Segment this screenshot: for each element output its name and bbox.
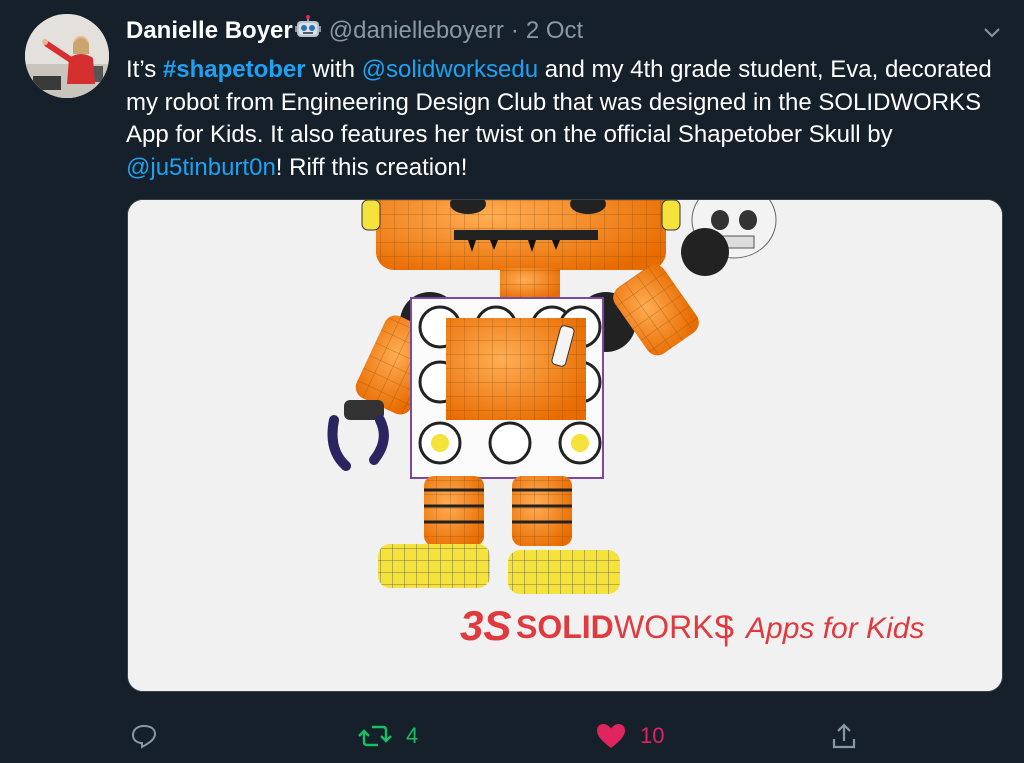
svg-text:WORKS: WORKS: [614, 609, 735, 645]
tweet-actions: 4 10: [0, 716, 1024, 756]
retweet-count: 4: [406, 723, 419, 748]
chevron-down-icon[interactable]: [982, 22, 1002, 42]
robot-face-icon: [294, 14, 321, 48]
avatar-photo: [25, 14, 109, 98]
like-button[interactable]: 10: [596, 716, 664, 756]
reply-button[interactable]: [130, 716, 158, 756]
robot-illustration: 3S SOLID WORKS | Apps for Kids: [128, 200, 1002, 691]
tweet-text: It’s #shapetober with @solidworksedu and…: [126, 54, 996, 184]
retweet-icon: [358, 725, 392, 747]
heart-icon: [597, 724, 625, 748]
share-icon: [832, 723, 856, 749]
mention-link-ju5tinburt0n[interactable]: @ju5tinburt0n: [126, 154, 276, 181]
author-handle[interactable]: @danielleboyerr: [329, 17, 504, 45]
tweet-header: Danielle Boyer @danielleboyerr · 2 Oct: [126, 14, 583, 48]
svg-text:SOLID: SOLID: [516, 609, 614, 645]
like-count: 10: [640, 723, 665, 748]
hashtag-link[interactable]: #shapetober: [163, 56, 306, 83]
author-name[interactable]: Danielle Boyer: [126, 17, 293, 45]
svg-text:3S: 3S: [460, 602, 511, 649]
tweet-text-segment: ! Riff this creation!: [275, 153, 468, 181]
retweet-button[interactable]: 4: [358, 716, 418, 756]
reply-icon: [131, 724, 157, 749]
tweet-date[interactable]: 2 Oct: [526, 17, 583, 45]
tweet-text-segment: with: [305, 56, 362, 83]
tweet-text-segment: It’s: [126, 56, 163, 83]
author-avatar[interactable]: [25, 14, 109, 98]
separator: ·: [510, 17, 519, 44]
svg-text:Apps for Kids: Apps for Kids: [744, 612, 924, 645]
svg-text:|: |: [722, 611, 730, 647]
mention-link-solidworksedu[interactable]: @solidworksedu: [362, 56, 538, 83]
tweet-media-image[interactable]: 3S SOLID WORKS | Apps for Kids: [127, 199, 1003, 692]
share-button[interactable]: [830, 716, 858, 756]
